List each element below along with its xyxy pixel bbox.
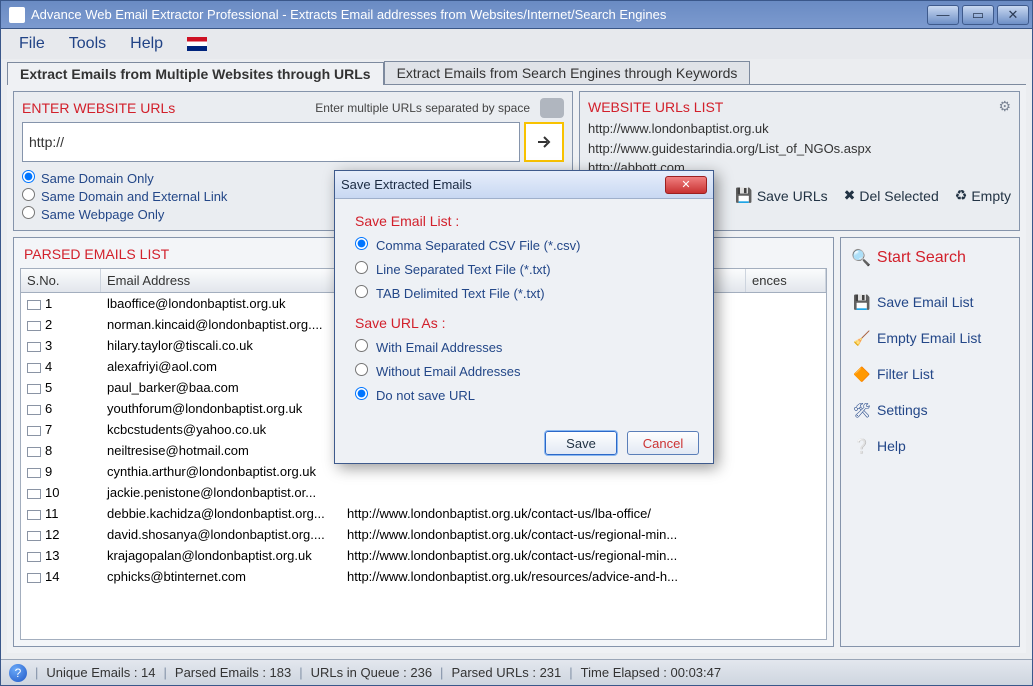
- envelope-icon: [27, 510, 41, 520]
- col-email[interactable]: Email Address: [101, 269, 341, 292]
- opt-tab-txt[interactable]: TAB Delimited Text File (*.txt): [355, 285, 693, 301]
- status-bar: ? | Unique Emails : 14| Parsed Emails : …: [1, 659, 1032, 685]
- go-button[interactable]: [524, 122, 564, 162]
- envelope-icon: [27, 426, 41, 436]
- menubar: File Tools Help: [1, 29, 1032, 59]
- dialog-save-button[interactable]: Save: [545, 431, 617, 455]
- save-urls-button[interactable]: 💾Save URLs: [735, 187, 827, 204]
- settings-button[interactable]: 🛠 Settings: [851, 394, 1009, 426]
- save-extracted-emails-dialog: Save Extracted Emails ✕ Save Email List …: [334, 170, 714, 464]
- table-row[interactable]: 13krajagopalan@londonbaptist.org.ukhttp:…: [21, 545, 826, 566]
- table-row[interactable]: 9cynthia.arthur@londonbaptist.org.uk: [21, 461, 826, 482]
- actions-sidebar: 🔍 Start Search 💾 Save Email List 🧹 Empty…: [840, 237, 1020, 647]
- envelope-icon: [27, 447, 41, 457]
- maximize-button[interactable]: ▭: [962, 5, 994, 25]
- status-parsed-urls: Parsed URLs : 231: [451, 665, 561, 680]
- dialog-title: Save Extracted Emails: [341, 177, 472, 192]
- dialog-cancel-button[interactable]: Cancel: [627, 431, 699, 455]
- magnifier-icon: 🔍: [851, 248, 871, 268]
- empty-list-icon: 🧹: [853, 330, 869, 346]
- envelope-icon: [27, 342, 41, 352]
- app-icon: [9, 7, 25, 23]
- opt-url-none[interactable]: Do not save URL: [355, 387, 693, 403]
- url-item[interactable]: http://www.guidestarindia.org/List_of_NG…: [588, 139, 1011, 159]
- minimize-button[interactable]: —: [927, 5, 959, 25]
- filter-list-button[interactable]: 🔶 Filter List: [851, 358, 1009, 390]
- status-parsed: Parsed Emails : 183: [175, 665, 291, 680]
- url-item[interactable]: http://www.londonbaptist.org.uk: [588, 119, 1011, 139]
- status-time: Time Elapsed : 00:03:47: [581, 665, 721, 680]
- settings-icon: 🛠: [853, 402, 869, 418]
- link-icon[interactable]: [540, 98, 564, 118]
- close-button[interactable]: ✕: [997, 5, 1029, 25]
- help-button[interactable]: ❔ Help: [851, 430, 1009, 462]
- empty-icon: ♻: [955, 187, 968, 204]
- panel-toolbar-icon[interactable]: ⚙: [998, 98, 1011, 115]
- status-unique: Unique Emails : 14: [46, 665, 155, 680]
- delete-icon: ✖: [844, 187, 856, 204]
- save-icon: 💾: [735, 187, 752, 204]
- enter-urls-title: ENTER WEBSITE URLs: [22, 100, 175, 116]
- envelope-icon: [27, 531, 41, 541]
- table-row[interactable]: 12david.shosanya@londonbaptist.org....ht…: [21, 524, 826, 545]
- del-selected-button[interactable]: ✖Del Selected: [844, 187, 939, 204]
- opt-line-txt[interactable]: Line Separated Text File (*.txt): [355, 261, 693, 277]
- tab-keywords[interactable]: Extract Emails from Search Engines throu…: [384, 61, 751, 84]
- start-search-button[interactable]: 🔍 Start Search: [851, 248, 1009, 268]
- language-flag-icon[interactable]: [187, 37, 207, 51]
- col-sno[interactable]: S.No.: [21, 269, 101, 292]
- save-url-as-label: Save URL As :: [355, 315, 693, 331]
- save-email-list-button[interactable]: 💾 Save Email List: [851, 286, 1009, 318]
- enter-urls-hint: Enter multiple URLs separated by space: [315, 101, 530, 115]
- status-queue: URLs in Queue : 236: [311, 665, 432, 680]
- filter-icon: 🔶: [853, 366, 869, 382]
- menu-file[interactable]: File: [19, 35, 45, 53]
- envelope-icon: [27, 552, 41, 562]
- table-row[interactable]: 10jackie.penistone@londonbaptist.or...: [21, 482, 826, 503]
- envelope-icon: [27, 321, 41, 331]
- status-help-icon[interactable]: ?: [9, 664, 27, 682]
- envelope-icon: [27, 489, 41, 499]
- window-title: Advance Web Email Extractor Professional…: [31, 7, 927, 22]
- empty-button[interactable]: ♻Empty: [955, 187, 1011, 204]
- envelope-icon: [27, 384, 41, 394]
- table-row[interactable]: 11debbie.kachidza@londonbaptist.org...ht…: [21, 503, 826, 524]
- url-input[interactable]: [22, 122, 520, 162]
- envelope-icon: [27, 363, 41, 373]
- opt-csv[interactable]: Comma Separated CSV File (*.csv): [355, 237, 693, 253]
- arrow-right-icon: [536, 134, 552, 150]
- urls-list-title: WEBSITE URLs LIST: [588, 99, 723, 115]
- table-row[interactable]: 14cphicks@btinternet.comhttp://www.londo…: [21, 566, 826, 587]
- main-tabs: Extract Emails from Multiple Websites th…: [7, 61, 1032, 84]
- menu-tools[interactable]: Tools: [69, 35, 106, 53]
- opt-url-with-emails[interactable]: With Email Addresses: [355, 339, 693, 355]
- envelope-icon: [27, 405, 41, 415]
- opt-url-without-emails[interactable]: Without Email Addresses: [355, 363, 693, 379]
- menu-help[interactable]: Help: [130, 35, 163, 53]
- envelope-icon: [27, 573, 41, 583]
- envelope-icon: [27, 468, 41, 478]
- envelope-icon: [27, 300, 41, 310]
- empty-email-list-button[interactable]: 🧹 Empty Email List: [851, 322, 1009, 354]
- save-email-list-label: Save Email List :: [355, 213, 693, 229]
- tab-urls[interactable]: Extract Emails from Multiple Websites th…: [7, 62, 384, 85]
- dialog-close-button[interactable]: ✕: [665, 176, 707, 194]
- col-occurrences[interactable]: ences: [746, 269, 826, 292]
- help-icon: ❔: [853, 438, 869, 454]
- titlebar: Advance Web Email Extractor Professional…: [1, 1, 1032, 29]
- save-icon: 💾: [853, 294, 869, 310]
